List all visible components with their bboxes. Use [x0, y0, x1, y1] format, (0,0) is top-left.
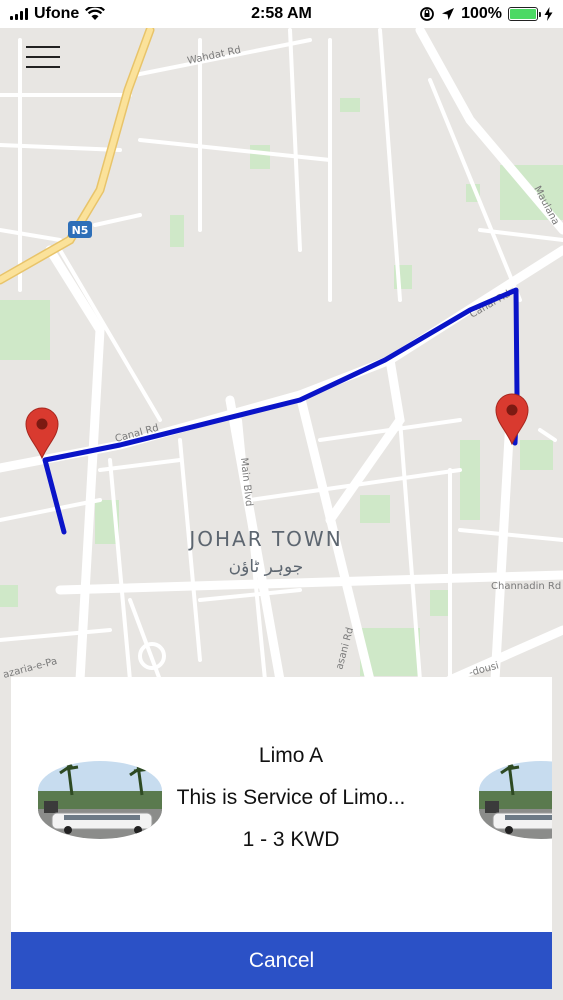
service-info: Limo A This is Service of Limo... 1 - 3 …: [141, 741, 441, 855]
next-limo-car-image[interactable]: [479, 761, 552, 839]
charging-bolt-icon: [544, 7, 553, 21]
wifi-icon: [85, 7, 106, 20]
service-description: This is Service of Limo...: [176, 786, 406, 809]
location-arrow-icon: [442, 8, 455, 20]
service-name: Limo A: [258, 744, 324, 767]
battery-percentage: 100%: [461, 5, 502, 22]
battery-icon: [508, 7, 541, 21]
service-card[interactable]: Limo A This is Service of Limo... 1 - 3 …: [11, 677, 552, 932]
svg-text:N5: N5: [72, 224, 89, 237]
area-label-johar-town-urdu: جوہر ٹاؤن: [229, 557, 304, 577]
cancel-button[interactable]: Cancel: [11, 932, 552, 989]
status-bar: Ufone 2:58 AM 100%: [0, 0, 563, 28]
status-bar-left: Ufone: [10, 5, 106, 23]
highway-shield-n5: N5: [68, 221, 92, 238]
carrier-name: Ufone: [34, 5, 80, 22]
cell-signal-icon: [10, 8, 28, 20]
area-label-johar-town: JOHAR TOWN: [187, 527, 342, 551]
hamburger-menu-icon[interactable]: [22, 40, 64, 74]
orientation-lock-icon: [420, 7, 434, 21]
status-bar-right: 100%: [419, 5, 553, 23]
road-label-channadin: Channadin Rd: [491, 581, 561, 592]
service-price: 1 - 3 KWD: [242, 828, 340, 851]
